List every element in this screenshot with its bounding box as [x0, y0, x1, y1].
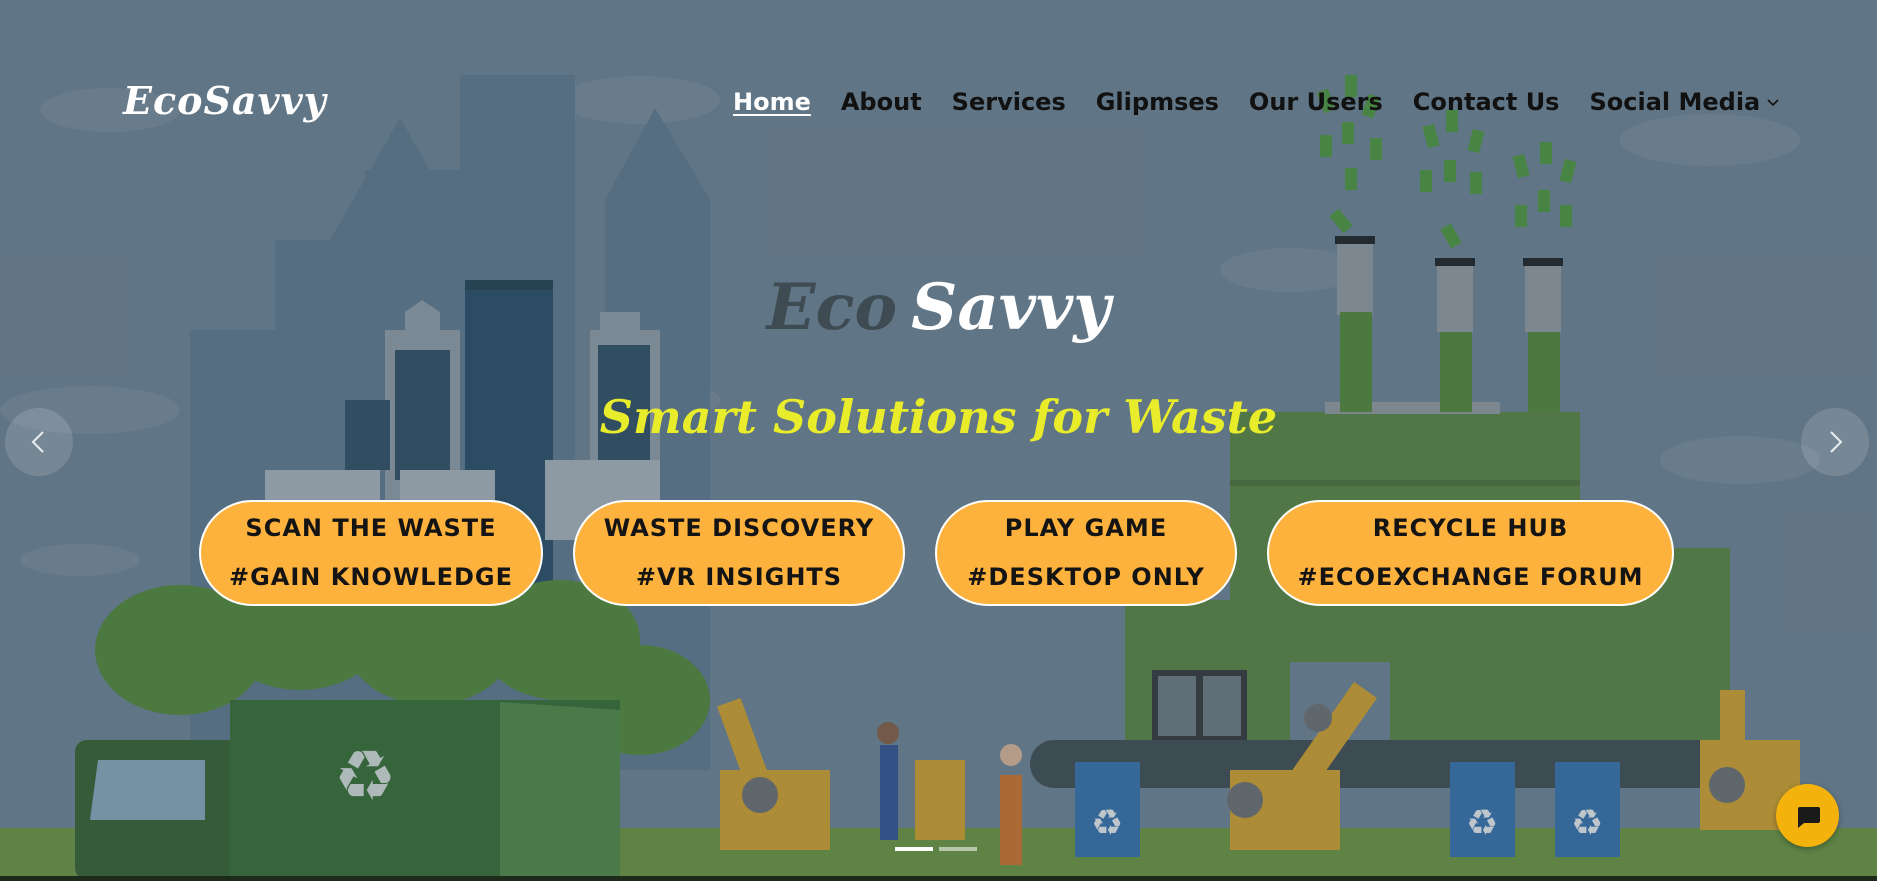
cta-line1: WASTE DISCOVERY	[603, 514, 875, 542]
chat-bubble-icon	[1797, 806, 1820, 828]
nav-glimpses[interactable]: Glipmses	[1096, 88, 1219, 116]
recycle-hub-button[interactable]: RECYCLE HUB #ECOEXCHANGE FORUM	[1267, 500, 1674, 606]
svg-text:♻: ♻	[334, 735, 397, 817]
nav-contact-us[interactable]: Contact Us	[1413, 88, 1560, 116]
carousel-indicators	[895, 847, 977, 851]
svg-text:♻: ♻	[1091, 803, 1123, 844]
brand-eco-text: Eco	[766, 270, 898, 345]
chat-button[interactable]	[1776, 784, 1839, 847]
hero-tagline: Smart Solutions for Waste	[599, 390, 1278, 444]
cta-line1: SCAN THE WASTE	[245, 514, 497, 542]
svg-text:♻: ♻	[1466, 803, 1498, 844]
hero-brand-title: Eco Savvy	[0, 270, 1877, 345]
nav-services[interactable]: Services	[952, 88, 1066, 116]
scan-the-waste-button[interactable]: SCAN THE WASTE #GAIN KNOWLEDGE	[199, 500, 543, 606]
carousel-indicator-2[interactable]	[939, 847, 977, 851]
svg-text:♻: ♻	[1571, 803, 1603, 844]
chevron-down-icon	[1766, 96, 1780, 112]
play-game-button[interactable]: PLAY GAME #DESKTOP ONLY	[935, 500, 1237, 606]
main-nav: Home About Services Glipmses Our Users C…	[733, 88, 1780, 116]
cta-line2: #DESKTOP ONLY	[967, 563, 1205, 591]
carousel-next-button[interactable]	[1801, 408, 1869, 476]
carousel-indicator-1[interactable]	[895, 847, 933, 851]
nav-social-media-dropdown[interactable]: Social Media	[1589, 88, 1780, 116]
waste-discovery-button[interactable]: WASTE DISCOVERY #VR INSIGHTS	[573, 500, 905, 606]
nav-home[interactable]: Home	[733, 88, 811, 116]
carousel-prev-button[interactable]	[5, 408, 73, 476]
page-bottom-edge	[0, 876, 1877, 881]
cta-line1: PLAY GAME	[1004, 514, 1168, 542]
cta-line2: #ECOEXCHANGE FORUM	[1297, 563, 1644, 591]
nav-our-users[interactable]: Our Users	[1249, 88, 1383, 116]
cta-line1: RECYCLE HUB	[1372, 514, 1569, 542]
nav-about[interactable]: About	[841, 88, 922, 116]
nav-social-media[interactable]: Social Media	[1589, 88, 1760, 116]
site-logo[interactable]: EcoSavvy	[123, 78, 327, 123]
cta-button-row: SCAN THE WASTE #GAIN KNOWLEDGE WASTE DIS…	[0, 500, 1877, 608]
chevron-right-icon	[1830, 431, 1843, 453]
chevron-left-icon	[31, 431, 44, 453]
cta-line2: #VR INSIGHTS	[635, 563, 843, 591]
brand-savvy-text: Savvy	[911, 270, 1111, 345]
cta-line2: #GAIN KNOWLEDGE	[228, 563, 513, 591]
